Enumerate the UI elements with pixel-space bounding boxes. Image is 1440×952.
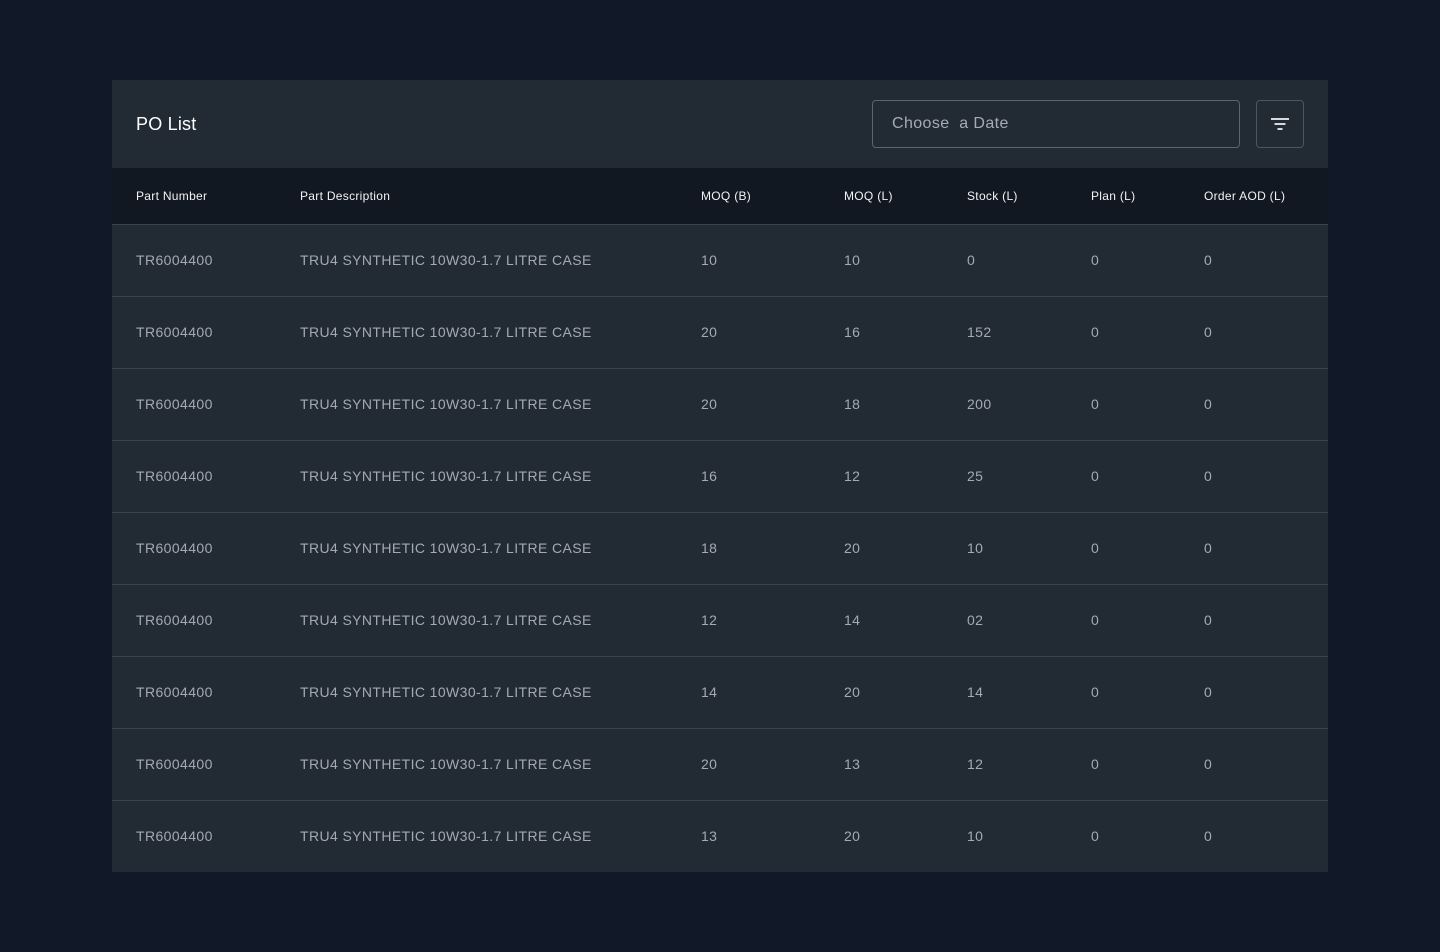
table-row[interactable]: TR6004400 TRU4 SYNTHETIC 10W30-1.7 LITRE … <box>112 296 1328 368</box>
column-header-order-aod-l[interactable]: Order AOD (L) <box>1204 168 1328 224</box>
moq-l-cell: 20 <box>844 540 861 556</box>
moq-l-cell: 20 <box>844 684 861 700</box>
part-description-cell: TRU4 SYNTHETIC 10W30-1.7 LITRE CASE <box>300 540 592 556</box>
moq-b-cell: 16 <box>701 468 718 484</box>
order-aod-l-cell: 0 <box>1204 684 1213 700</box>
table-row[interactable]: TR6004400 TRU4 SYNTHETIC 10W30-1.7 LITRE … <box>112 584 1328 656</box>
moq-l-cell: 20 <box>844 828 861 844</box>
part-description-cell: TRU4 SYNTHETIC 10W30-1.7 LITRE CASE <box>300 252 592 268</box>
moq-b-cell: 20 <box>701 756 718 772</box>
part-number-cell: TR6004400 <box>136 468 213 484</box>
moq-l-cell: 12 <box>844 468 861 484</box>
date-picker-input[interactable] <box>872 100 1240 148</box>
part-description-cell: TRU4 SYNTHETIC 10W30-1.7 LITRE CASE <box>300 468 592 484</box>
order-aod-l-cell: 0 <box>1204 612 1213 628</box>
part-number-cell: TR6004400 <box>136 612 213 628</box>
stock-l-cell: 12 <box>967 756 984 772</box>
part-description-cell: TRU4 SYNTHETIC 10W30-1.7 LITRE CASE <box>300 684 592 700</box>
plan-l-cell: 0 <box>1091 396 1100 412</box>
page-title: PO List <box>136 113 197 134</box>
column-header-stock-l[interactable]: Stock (L) <box>967 168 1091 224</box>
order-aod-l-cell: 0 <box>1204 540 1213 556</box>
moq-l-cell: 14 <box>844 612 861 628</box>
part-description-cell: TRU4 SYNTHETIC 10W30-1.7 LITRE CASE <box>300 324 592 340</box>
table-row[interactable]: TR6004400 TRU4 SYNTHETIC 10W30-1.7 LITRE … <box>112 440 1328 512</box>
stock-l-cell: 152 <box>967 324 992 340</box>
moq-b-cell: 13 <box>701 828 718 844</box>
table-row[interactable]: TR6004400 TRU4 SYNTHETIC 10W30-1.7 LITRE … <box>112 800 1328 872</box>
moq-b-cell: 20 <box>701 396 718 412</box>
column-header-part-number[interactable]: Part Number <box>112 168 300 224</box>
plan-l-cell: 0 <box>1091 756 1100 772</box>
column-header-part-description[interactable]: Part Description <box>300 168 701 224</box>
table-row[interactable]: TR6004400 TRU4 SYNTHETIC 10W30-1.7 LITRE … <box>112 368 1328 440</box>
moq-b-cell: 14 <box>701 684 718 700</box>
moq-b-cell: 10 <box>701 252 718 268</box>
order-aod-l-cell: 0 <box>1204 828 1213 844</box>
order-aod-l-cell: 0 <box>1204 396 1213 412</box>
plan-l-cell: 0 <box>1091 468 1100 484</box>
moq-l-cell: 16 <box>844 324 861 340</box>
plan-l-cell: 0 <box>1091 684 1100 700</box>
moq-b-cell: 20 <box>701 324 718 340</box>
card-header: PO List <box>112 80 1328 168</box>
stock-l-cell: 14 <box>967 684 984 700</box>
stock-l-cell: 10 <box>967 540 984 556</box>
plan-l-cell: 0 <box>1091 612 1100 628</box>
po-list-card: PO List Part Number Part Description MOQ… <box>112 80 1328 872</box>
column-header-moq-l[interactable]: MOQ (L) <box>844 168 967 224</box>
part-description-cell: TRU4 SYNTHETIC 10W30-1.7 LITRE CASE <box>300 612 592 628</box>
part-number-cell: TR6004400 <box>136 684 213 700</box>
moq-l-cell: 18 <box>844 396 861 412</box>
table-row[interactable]: TR6004400 TRU4 SYNTHETIC 10W30-1.7 LITRE … <box>112 656 1328 728</box>
part-number-cell: TR6004400 <box>136 396 213 412</box>
plan-l-cell: 0 <box>1091 828 1100 844</box>
table-row[interactable]: TR6004400 TRU4 SYNTHETIC 10W30-1.7 LITRE … <box>112 224 1328 296</box>
part-description-cell: TRU4 SYNTHETIC 10W30-1.7 LITRE CASE <box>300 396 592 412</box>
moq-l-cell: 13 <box>844 756 861 772</box>
filter-button[interactable] <box>1256 100 1304 148</box>
plan-l-cell: 0 <box>1091 324 1100 340</box>
order-aod-l-cell: 0 <box>1204 252 1213 268</box>
table-row[interactable]: TR6004400 TRU4 SYNTHETIC 10W30-1.7 LITRE … <box>112 728 1328 800</box>
filter-icon <box>1271 118 1289 130</box>
order-aod-l-cell: 0 <box>1204 756 1213 772</box>
column-header-moq-b[interactable]: MOQ (B) <box>701 168 844 224</box>
moq-b-cell: 12 <box>701 612 718 628</box>
table-body: TR6004400 TRU4 SYNTHETIC 10W30-1.7 LITRE … <box>112 224 1328 872</box>
moq-l-cell: 10 <box>844 252 861 268</box>
stock-l-cell: 10 <box>967 828 984 844</box>
part-number-cell: TR6004400 <box>136 324 213 340</box>
stock-l-cell: 200 <box>967 396 992 412</box>
part-number-cell: TR6004400 <box>136 756 213 772</box>
table-header-row: Part Number Part Description MOQ (B) MOQ… <box>112 168 1328 224</box>
po-table: Part Number Part Description MOQ (B) MOQ… <box>112 168 1328 872</box>
order-aod-l-cell: 0 <box>1204 324 1213 340</box>
stock-l-cell: 0 <box>967 252 976 268</box>
stock-l-cell: 25 <box>967 468 984 484</box>
part-description-cell: TRU4 SYNTHETIC 10W30-1.7 LITRE CASE <box>300 828 592 844</box>
moq-b-cell: 18 <box>701 540 718 556</box>
table-row[interactable]: TR6004400 TRU4 SYNTHETIC 10W30-1.7 LITRE … <box>112 512 1328 584</box>
stock-l-cell: 02 <box>967 612 984 628</box>
part-number-cell: TR6004400 <box>136 828 213 844</box>
plan-l-cell: 0 <box>1091 252 1100 268</box>
order-aod-l-cell: 0 <box>1204 468 1213 484</box>
part-number-cell: TR6004400 <box>136 540 213 556</box>
part-description-cell: TRU4 SYNTHETIC 10W30-1.7 LITRE CASE <box>300 756 592 772</box>
column-header-plan-l[interactable]: Plan (L) <box>1091 168 1204 224</box>
plan-l-cell: 0 <box>1091 540 1100 556</box>
part-number-cell: TR6004400 <box>136 252 213 268</box>
